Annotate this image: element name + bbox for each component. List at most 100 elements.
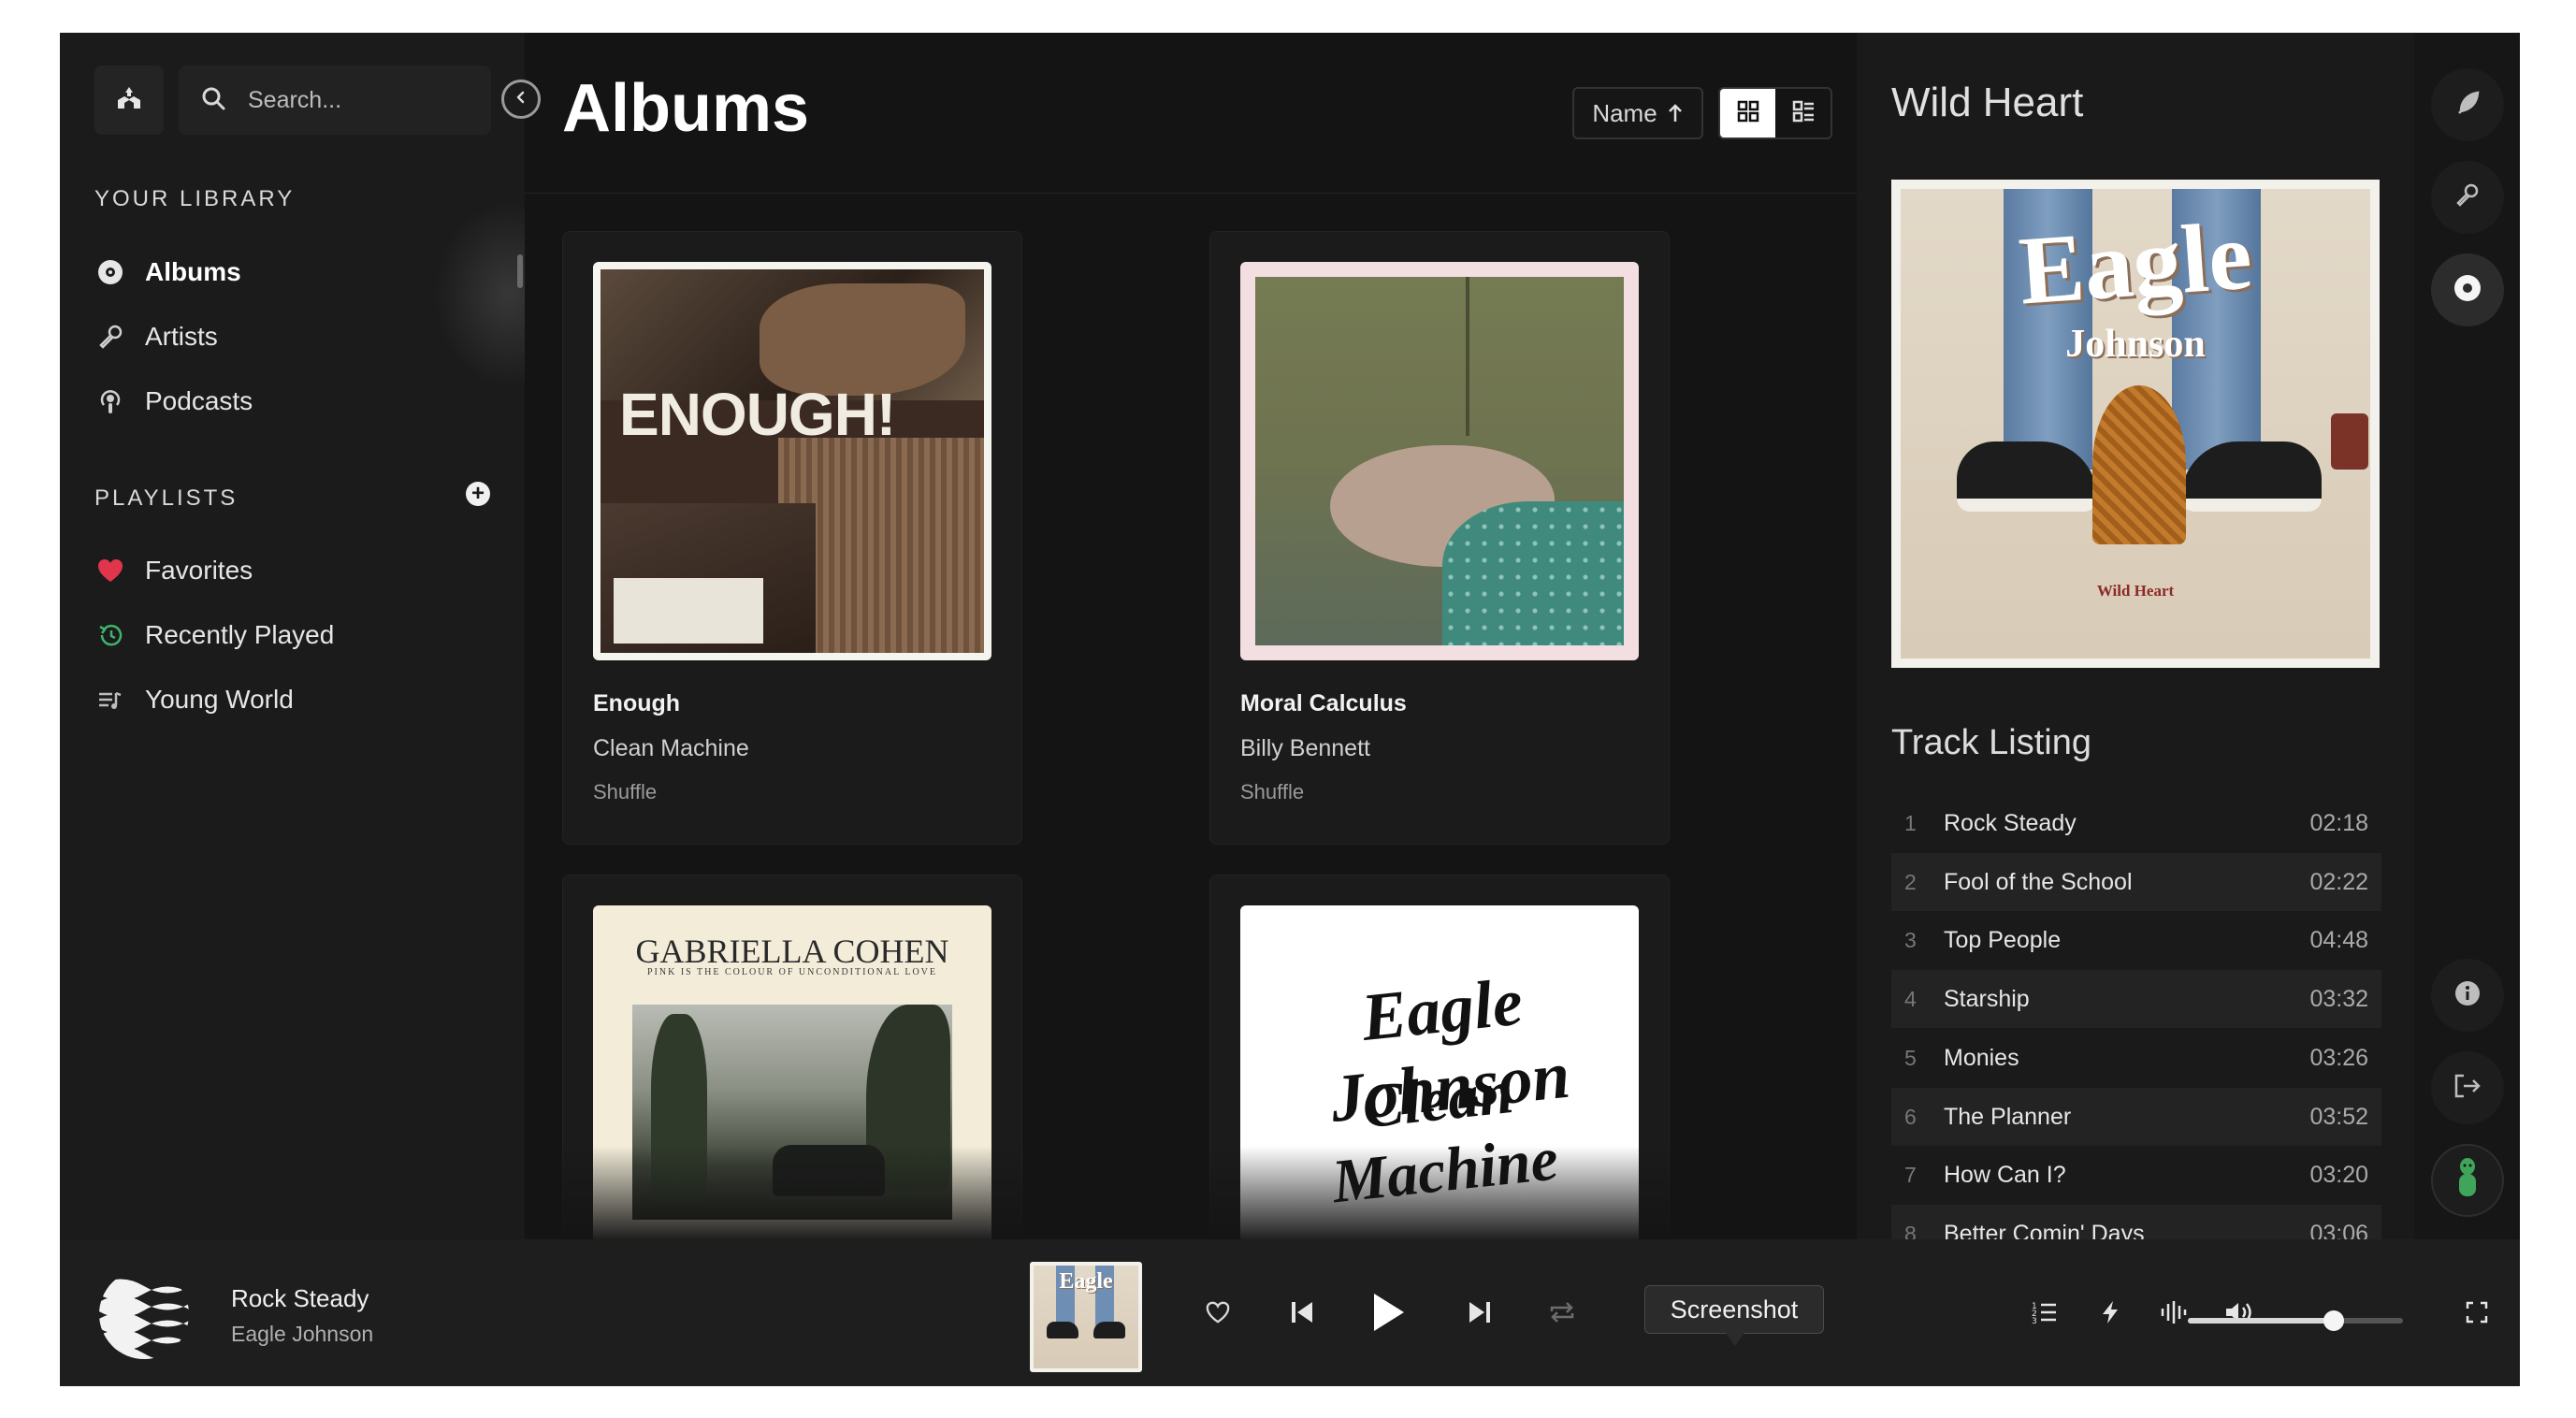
volume-handle[interactable] xyxy=(2323,1310,2345,1331)
track-duration: 02:18 xyxy=(2309,809,2368,836)
rail-albums-button[interactable] xyxy=(2431,253,2504,326)
sidebar-item-young-world[interactable]: Young World xyxy=(94,678,294,721)
rail-profile-button[interactable] xyxy=(2431,1144,2504,1217)
main-content: Albums Name ENOUGH! Enough Clean Machine… xyxy=(525,33,1857,1386)
disc-icon xyxy=(2453,273,2482,308)
queue-icon: 123 xyxy=(2032,1300,2058,1329)
waveform-button[interactable] xyxy=(2155,1297,2192,1331)
track-duration: 03:52 xyxy=(2309,1103,2368,1130)
sort-button[interactable]: Name xyxy=(1572,87,1703,139)
track-row[interactable]: 4 Starship 03:32 xyxy=(1891,970,2381,1028)
sidebar-item-artists[interactable]: Artists xyxy=(94,315,218,358)
rail-feather-button[interactable] xyxy=(2431,68,2504,141)
panel-cover-title: Eagle xyxy=(2016,201,2255,326)
sort-label: Name xyxy=(1592,98,1657,127)
rail-logout-button[interactable] xyxy=(2431,1051,2504,1124)
chevron-left-icon xyxy=(514,90,528,109)
album-cover[interactable] xyxy=(1240,262,1639,660)
logout-icon xyxy=(2453,1072,2482,1105)
sidebar-item-label: Podcasts xyxy=(145,386,253,415)
sidebar-item-podcasts[interactable]: Podcasts xyxy=(94,380,253,423)
play-icon xyxy=(1368,1291,1408,1338)
album-detail-panel: Wild Heart Eagle Johnson Wild Heart Trac… xyxy=(1857,33,2414,1263)
plus-icon: + xyxy=(470,481,485,506)
shuffle-link[interactable]: Shuffle xyxy=(593,780,657,804)
track-row[interactable]: 1 Rock Steady 02:18 xyxy=(1891,794,2381,852)
track-number: 3 xyxy=(1904,927,1917,952)
repeat-button[interactable] xyxy=(1543,1295,1581,1333)
sidebar-scrollbar[interactable] xyxy=(517,254,523,288)
lightning-button[interactable] xyxy=(2093,1297,2127,1331)
album-artist[interactable]: Clean Machine xyxy=(593,735,749,762)
now-playing-artist[interactable]: Eagle Johnson xyxy=(231,1322,373,1347)
album-artist[interactable]: Billy Bennett xyxy=(1240,735,1370,762)
sidebar-item-albums[interactable]: Albums xyxy=(94,251,241,294)
collapse-sidebar-button[interactable] xyxy=(501,80,541,119)
sidebar-item-label: Favorites xyxy=(145,556,253,585)
history-icon xyxy=(94,619,126,651)
track-number: 7 xyxy=(1904,1162,1917,1187)
previous-button[interactable] xyxy=(1283,1295,1321,1333)
grid-icon xyxy=(1736,99,1760,128)
queue-button[interactable]: 123 xyxy=(2028,1297,2062,1331)
track-row[interactable]: 2 Fool of the School 02:22 xyxy=(1891,853,2381,911)
heart-outline-icon xyxy=(1205,1300,1231,1329)
playlists-section-title: PLAYLISTS xyxy=(94,485,239,511)
repeat-icon xyxy=(1547,1299,1577,1330)
home-button[interactable] xyxy=(94,65,164,135)
track-duration: 03:26 xyxy=(2309,1044,2368,1071)
sidebar-item-favorites[interactable]: Favorites xyxy=(94,549,253,592)
arrow-up-icon xyxy=(1667,103,1684,123)
sidebar-item-recently-played[interactable]: Recently Played xyxy=(94,614,334,657)
volume-icon xyxy=(2223,1299,2255,1330)
rail-artists-button[interactable] xyxy=(2431,161,2504,234)
track-listing-heading: Track Listing xyxy=(1891,723,2091,762)
search-icon xyxy=(201,86,225,115)
thumbnail-cover-title: Eagle xyxy=(1059,1269,1113,1294)
track-name: The Planner xyxy=(1944,1103,2072,1130)
rail-info-button[interactable] xyxy=(2431,959,2504,1032)
play-button[interactable] xyxy=(1362,1288,1414,1340)
search-box[interactable] xyxy=(179,65,491,135)
panel-cover-album: Wild Heart xyxy=(2096,582,2175,600)
like-button[interactable] xyxy=(1201,1297,1235,1331)
grid-view-button[interactable] xyxy=(1720,89,1775,137)
panel-cover-artist: Johnson xyxy=(2065,323,2206,366)
track-duration: 03:32 xyxy=(2309,985,2368,1012)
track-row[interactable]: 7 How Can I? 03:20 xyxy=(1891,1146,2381,1204)
heart-icon xyxy=(94,555,126,586)
track-row[interactable]: 6 The Planner 03:52 xyxy=(1891,1088,2381,1146)
volume-slider[interactable] xyxy=(2188,1310,2403,1331)
avatar xyxy=(2452,1155,2483,1207)
player-bar: Rock Steady Eagle Johnson Eagle 1 2 3 xyxy=(60,1239,2520,1386)
volume-fill xyxy=(2188,1318,2335,1324)
now-playing-title[interactable]: Rock Steady xyxy=(231,1284,369,1313)
track-duration: 02:22 xyxy=(2309,868,2368,895)
now-playing-thumbnail[interactable]: Eagle xyxy=(1030,1262,1142,1372)
album-title[interactable]: Enough xyxy=(593,690,680,717)
add-playlist-button[interactable]: + xyxy=(466,482,490,506)
sidebar: YOUR LIBRARY Albums Artists Podcasts PLA… xyxy=(60,33,584,1239)
album-card-enough[interactable]: ENOUGH! Enough Clean Machine Shuffle xyxy=(562,231,1022,845)
next-button[interactable] xyxy=(1461,1295,1498,1333)
album-title[interactable]: Moral Calculus xyxy=(1240,690,1407,717)
track-number: 1 xyxy=(1904,810,1917,835)
disc-icon xyxy=(94,256,126,288)
track-row[interactable]: 3 Top People 04:48 xyxy=(1891,911,2381,969)
fullscreen-button[interactable] xyxy=(2460,1297,2494,1331)
library-section-title: YOUR LIBRARY xyxy=(94,186,296,211)
waveform-icon xyxy=(2159,1299,2189,1330)
feather-icon xyxy=(2453,89,2482,122)
track-name: Top People xyxy=(1944,926,2062,953)
sidebar-item-label: Recently Played xyxy=(145,620,335,649)
screenshot-tooltip: Screenshot xyxy=(1644,1285,1824,1346)
shuffle-link[interactable]: Shuffle xyxy=(1240,780,1304,804)
album-cover-text: ENOUGH! xyxy=(619,381,896,448)
volume-button[interactable] xyxy=(2221,1297,2258,1331)
search-input[interactable] xyxy=(248,86,491,114)
track-row[interactable]: 5 Monies 03:26 xyxy=(1891,1029,2381,1087)
album-cover[interactable]: ENOUGH! xyxy=(593,262,991,660)
track-number: 4 xyxy=(1904,986,1917,1011)
list-view-button[interactable] xyxy=(1775,89,1831,137)
album-card-moral-calculus[interactable]: Moral Calculus Billy Bennett Shuffle xyxy=(1209,231,1670,845)
